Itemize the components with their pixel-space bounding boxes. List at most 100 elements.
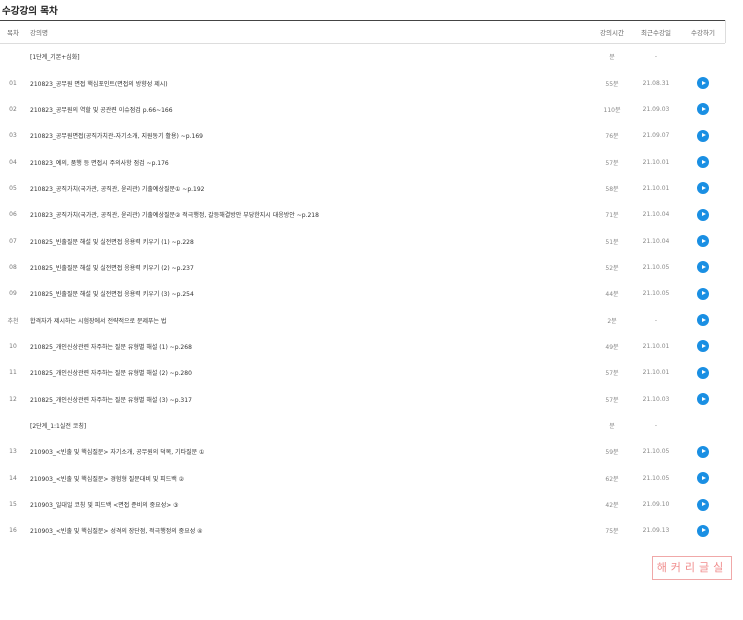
play-icon[interactable] (697, 156, 709, 169)
header-divider (725, 20, 726, 43)
play-icon[interactable] (697, 314, 709, 327)
play-icon[interactable] (697, 340, 709, 353)
row-time: 49분 (605, 343, 619, 351)
play-icon[interactable] (697, 472, 709, 485)
table-row: 09 210825_빈출질문 해설 및 실전면접 응용력 키우기 (3) ~p.2… (0, 281, 725, 307)
row-action (681, 44, 725, 70)
table-row: 16 210903_<빈출 및 핵심질문> 성격의 장단점, 적극행정의 중요성 … (0, 518, 725, 544)
row-action (681, 439, 725, 465)
table-row: 14 210903_<빈출 및 핵심질문> 경험형 질문대비 및 피드백 ② 62분… (0, 465, 725, 491)
row-num: 10 (9, 342, 17, 350)
row-title: 210823_공무원 면접 핵심포인트(면접의 방향성 제시) (30, 80, 168, 88)
row-title: 210823_공직가치(국가관, 공직관, 윤리관) 기출예상질문① ~p.19… (30, 185, 205, 193)
row-action (681, 412, 725, 438)
row-action (681, 175, 725, 201)
row-num: 02 (9, 105, 17, 113)
row-time: 분 (609, 54, 615, 62)
row-title: 210823_공무원면접(공직가치관-자기소개, 지원동기 활용) ~p.169 (30, 133, 203, 141)
row-date: 21.08.31 (642, 79, 670, 87)
table-row: 07 210825_빈출질문 해설 및 실전면접 응용력 키우기 (1) ~p.2… (0, 228, 725, 254)
row-title: 210825_개인신상관련 자주하는 질문 유형별 해설 (3) ~p.317 (30, 396, 192, 404)
play-icon[interactable] (697, 129, 709, 142)
row-action (681, 360, 725, 386)
row-time: 52분 (605, 264, 619, 272)
table-row: 10 210825_개인신상관련 자주하는 질문 유형별 해설 (1) ~p.26… (0, 333, 725, 359)
row-date: 21.09.07 (642, 132, 670, 140)
row-num (0, 44, 26, 70)
row-date: 21.10.01 (642, 184, 670, 192)
play-icon[interactable] (697, 77, 709, 90)
play-icon[interactable] (697, 235, 709, 248)
lecture-table-container: 목차 강의명 강의시간 최근수강일 수강하기 [1단계_기본+심화] 분 - 01 21… (0, 20, 743, 544)
row-num (0, 412, 26, 438)
row-time: 51분 (605, 238, 619, 246)
row-time: 분 (609, 422, 615, 430)
row-time: 62분 (605, 475, 619, 483)
row-action (681, 202, 725, 228)
row-date: 21.10.05 (642, 448, 670, 456)
row-num: 07 (9, 237, 17, 245)
row-title: 210825_빈출질문 해설 및 실전면접 응용력 키우기 (2) ~p.237 (30, 264, 194, 272)
play-icon[interactable] (697, 261, 709, 274)
watermark-stamp: 해커리글실 (652, 556, 732, 580)
row-time: 57분 (605, 159, 619, 167)
row-action (681, 149, 725, 175)
table-row: 04 210823_예의, 품행 등 면접시 주의사항 점검 ~p.176 57분 2… (0, 149, 725, 175)
row-num: 09 (9, 290, 17, 298)
table-row: 13 210903_<빈출 및 핵심질문> 자기소개, 공무원의 덕목, 기타질문… (0, 439, 725, 465)
header-time: 강의시간 (593, 20, 631, 44)
row-time: 57분 (605, 370, 619, 378)
row-date: 21.10.04 (642, 211, 670, 219)
play-icon[interactable] (697, 445, 709, 458)
play-icon[interactable] (697, 366, 709, 379)
play-icon[interactable] (697, 287, 709, 300)
row-num: 04 (9, 158, 17, 166)
row-action (681, 70, 725, 96)
row-time: 55분 (605, 80, 619, 88)
row-num: 11 (9, 369, 17, 377)
row-date: - (654, 316, 658, 324)
row-time: 110분 (603, 106, 621, 114)
row-action (681, 281, 725, 307)
row-title: 210823_공직가치(국가관, 공직관, 윤리관) 기출예상질문② 적극행정,… (30, 212, 319, 220)
row-time: 42분 (605, 502, 619, 510)
play-icon[interactable] (697, 393, 709, 406)
row-title: 210903_<빈출 및 핵심질문> 성격의 장단점, 적극행정의 중요성 ④ (30, 528, 203, 536)
page-title: 수강강의 목차 (2, 6, 58, 17)
row-time: 75분 (605, 528, 619, 536)
row-date: 21.09.10 (642, 501, 670, 509)
row-date: 21.09.13 (642, 527, 670, 535)
row-title: 210825_개인신상관련 자주하는 질문 유형별 해설 (2) ~p.280 (30, 370, 192, 378)
table-row: 15 210903_일대일 코칭 및 피드백 <면접 준비의 중요성> ③ 42분 2… (0, 491, 725, 517)
play-icon[interactable] (697, 208, 709, 221)
row-action (681, 254, 725, 280)
row-date: 21.10.05 (642, 474, 670, 482)
row-time: 58분 (605, 185, 619, 193)
row-date: 21.10.01 (642, 369, 670, 377)
play-icon[interactable] (697, 103, 709, 116)
play-icon[interactable] (697, 182, 709, 195)
row-num: 01 (9, 79, 17, 87)
play-icon[interactable] (697, 498, 709, 511)
row-title: 210823_공무원의 역할 및 공관련 이슈점검 p.66~166 (30, 106, 173, 114)
row-action (681, 333, 725, 359)
row-action (681, 96, 725, 122)
row-date: 21.10.03 (642, 395, 670, 403)
header-action: 수강하기 (681, 20, 725, 44)
table-row: 08 210825_빈출질문 해설 및 실전면접 응용력 키우기 (2) ~p.2… (0, 254, 725, 280)
row-action (681, 386, 725, 412)
row-action (681, 465, 725, 491)
table-row: 03 210823_공무원면접(공직가치관-자기소개, 지원동기 활용) ~p.1… (0, 123, 725, 149)
table-row: 추천 합격자가 제시하는 시험장에서 전략적으로 문제푸는 법 2분 - (0, 307, 725, 333)
header-num: 목차 (0, 20, 26, 44)
table-row: [2단계_1:1실전 코칭] 분 - (0, 412, 725, 438)
row-title: [1단계_기본+심화] (30, 54, 80, 62)
row-action (681, 491, 725, 517)
row-num: 13 (9, 448, 17, 456)
row-num: 14 (9, 474, 17, 482)
play-icon[interactable] (697, 524, 709, 537)
table-row: 12 210825_개인신상관련 자주하는 질문 유형별 해설 (3) ~p.31… (0, 386, 725, 412)
table-row: 11 210825_개인신상관련 자주하는 질문 유형별 해설 (2) ~p.28… (0, 360, 725, 386)
row-date: 21.10.04 (642, 237, 670, 245)
row-action (681, 518, 725, 544)
